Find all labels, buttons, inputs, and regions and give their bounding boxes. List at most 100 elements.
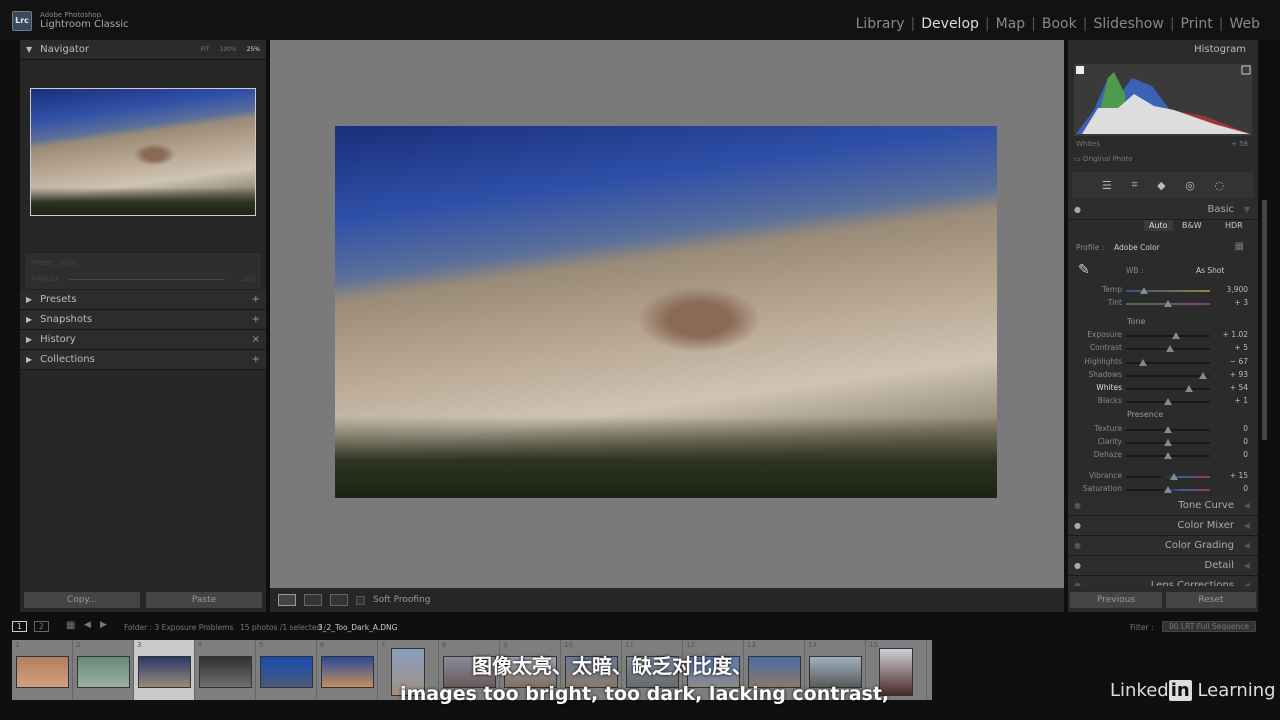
healing-eraser-icon[interactable]: ◆ xyxy=(1157,179,1165,192)
clear-icon[interactable]: × xyxy=(252,334,260,345)
grid-icon[interactable]: ▦ xyxy=(66,620,75,631)
original-photo-toggle[interactable]: ▭ Original Photo xyxy=(1074,155,1132,163)
panel-tone-curve[interactable]: ● Tone Curve ◀ xyxy=(1068,496,1258,516)
slider-knob[interactable] xyxy=(1199,372,1208,379)
hdr-button[interactable]: HDR xyxy=(1225,221,1243,230)
second-window-button[interactable]: 2 xyxy=(34,621,49,632)
profile-dropdown[interactable]: Adobe Color xyxy=(1114,243,1160,252)
paste-button[interactable]: Paste xyxy=(146,592,262,608)
before-after-icon[interactable] xyxy=(304,594,322,606)
forward-arrow-icon[interactable]: ▶ xyxy=(100,620,107,630)
auto-button[interactable]: Auto xyxy=(1144,220,1173,231)
slider-value[interactable]: + 1 xyxy=(1235,396,1248,405)
slider-knob[interactable] xyxy=(1164,439,1172,446)
eye-icon[interactable]: ● xyxy=(1074,521,1081,530)
filmstrip-thumbnail[interactable]: 1 xyxy=(12,640,73,700)
right-panel-scrollbar[interactable] xyxy=(1262,200,1267,440)
module-book[interactable]: Book xyxy=(1042,16,1077,32)
slider-value[interactable]: 3,900 xyxy=(1227,285,1248,294)
slider-knob[interactable] xyxy=(1164,300,1172,307)
panel-lens-corrections[interactable]: ● Lens Corrections ◀ xyxy=(1068,576,1258,586)
eye-icon[interactable]: ● xyxy=(1074,541,1081,550)
bw-button[interactable]: B&W xyxy=(1182,221,1202,230)
slider-knob[interactable] xyxy=(1164,398,1172,405)
filmstrip-thumbnail[interactable]: 2 xyxy=(73,640,134,700)
zoom-25[interactable]: 25% xyxy=(247,46,260,53)
slider-track[interactable] xyxy=(1126,426,1210,433)
module-web[interactable]: Web xyxy=(1229,16,1260,32)
slider-knob[interactable] xyxy=(1172,332,1181,339)
slider-track[interactable] xyxy=(1126,287,1210,294)
copy-button[interactable]: Copy... xyxy=(24,592,140,608)
slider-track[interactable] xyxy=(1126,300,1210,307)
slider-knob[interactable] xyxy=(1138,359,1147,366)
module-library[interactable]: Library xyxy=(856,16,905,32)
slider-track[interactable] xyxy=(1126,345,1210,352)
slider-whites[interactable]: Whites + 54 xyxy=(1068,383,1258,396)
previous-button[interactable]: Previous xyxy=(1070,592,1162,608)
slider-value[interactable]: 0 xyxy=(1243,437,1248,446)
panel-collections[interactable]: ▶ Collections + xyxy=(20,350,266,370)
slider-knob[interactable] xyxy=(1164,426,1172,433)
loupe-view-icon[interactable] xyxy=(278,594,296,606)
navigator-preview[interactable] xyxy=(30,88,256,216)
edit-sliders-icon[interactable]: ☰ xyxy=(1102,179,1112,192)
slider-vibrance[interactable]: Vibrance + 15 xyxy=(1068,471,1258,484)
add-icon[interactable]: + xyxy=(252,294,260,305)
zoom-fit[interactable]: FIT xyxy=(201,46,210,53)
folder-source[interactable]: Folder : 3 Exposure Problems xyxy=(124,623,233,632)
filmstrip-thumbnail[interactable]: 3 xyxy=(134,640,195,700)
slider-value[interactable]: + 15 xyxy=(1230,471,1248,480)
panel-history[interactable]: ▶ History × xyxy=(20,330,266,350)
eye-icon[interactable]: ● xyxy=(1074,501,1081,510)
white-balance-eyedropper-icon[interactable]: ✎ xyxy=(1078,262,1090,278)
slider-highlights[interactable]: Highlights − 67 xyxy=(1068,357,1258,370)
slider-track[interactable] xyxy=(1126,385,1210,392)
slider-shadows[interactable]: Shadows + 93 xyxy=(1068,370,1258,383)
crop-icon[interactable]: ⌗ xyxy=(1131,178,1137,192)
slider-track[interactable] xyxy=(1126,372,1210,379)
histogram[interactable] xyxy=(1074,64,1252,136)
red-eye-icon[interactable]: ◎ xyxy=(1185,179,1195,192)
amount-slider[interactable] xyxy=(69,279,225,280)
panel-presets[interactable]: ▶ Presets + xyxy=(20,290,266,310)
navigator-header[interactable]: ▼ Navigator FIT 100% 25% xyxy=(20,40,266,60)
module-map[interactable]: Map xyxy=(996,16,1026,32)
add-icon[interactable]: + xyxy=(252,354,260,365)
wb-dropdown[interactable]: As Shot xyxy=(1196,266,1224,275)
slider-track[interactable] xyxy=(1126,439,1210,446)
slider-knob[interactable] xyxy=(1164,486,1172,493)
slider-texture[interactable]: Texture 0 xyxy=(1068,424,1258,437)
module-develop[interactable]: Develop xyxy=(921,16,979,32)
slider-value[interactable]: + 5 xyxy=(1235,343,1248,352)
slider-exposure[interactable]: Exposure + 1.02 xyxy=(1068,330,1258,343)
filter-dropdown[interactable]: 00 LRT Full Sequence xyxy=(1162,621,1256,632)
basic-header[interactable]: ● Basic ▼ xyxy=(1068,200,1258,220)
slider-value[interactable]: + 1.02 xyxy=(1223,330,1248,339)
profile-browser-icon[interactable]: ▦ xyxy=(1235,241,1244,252)
slider-knob[interactable] xyxy=(1165,345,1174,352)
slider-track[interactable] xyxy=(1126,473,1210,480)
slider-track[interactable] xyxy=(1126,332,1210,339)
panel-snapshots[interactable]: ▶ Snapshots + xyxy=(20,310,266,330)
selected-filename[interactable]: 3_2_Too_Dark_A.DNG xyxy=(318,623,397,632)
filmstrip-thumbnail[interactable]: 5 xyxy=(256,640,317,700)
masking-icon[interactable]: ◌ xyxy=(1215,179,1225,192)
slider-knob[interactable] xyxy=(1164,452,1172,459)
slider-track[interactable] xyxy=(1126,398,1210,405)
slider-value[interactable]: 0 xyxy=(1243,484,1248,493)
filmstrip-thumbnail[interactable]: 4 xyxy=(195,640,256,700)
soft-proofing-checkbox[interactable] xyxy=(356,595,365,605)
module-slideshow[interactable]: Slideshow xyxy=(1093,16,1163,32)
slider-blacks[interactable]: Blacks + 1 xyxy=(1068,396,1258,409)
slider-track[interactable] xyxy=(1126,359,1210,366)
slider-value[interactable]: + 3 xyxy=(1235,298,1248,307)
eye-icon[interactable]: ● xyxy=(1074,205,1081,214)
slider-temp[interactable]: Temp 3,900 xyxy=(1068,285,1258,298)
main-window-button[interactable]: 1 xyxy=(12,621,27,632)
slider-knob[interactable] xyxy=(1185,385,1193,392)
slider-value[interactable]: − 67 xyxy=(1230,357,1248,366)
panel-color-grading[interactable]: ● Color Grading ◀ xyxy=(1068,536,1258,556)
slider-clarity[interactable]: Clarity 0 xyxy=(1068,437,1258,450)
slider-knob[interactable] xyxy=(1140,287,1149,294)
